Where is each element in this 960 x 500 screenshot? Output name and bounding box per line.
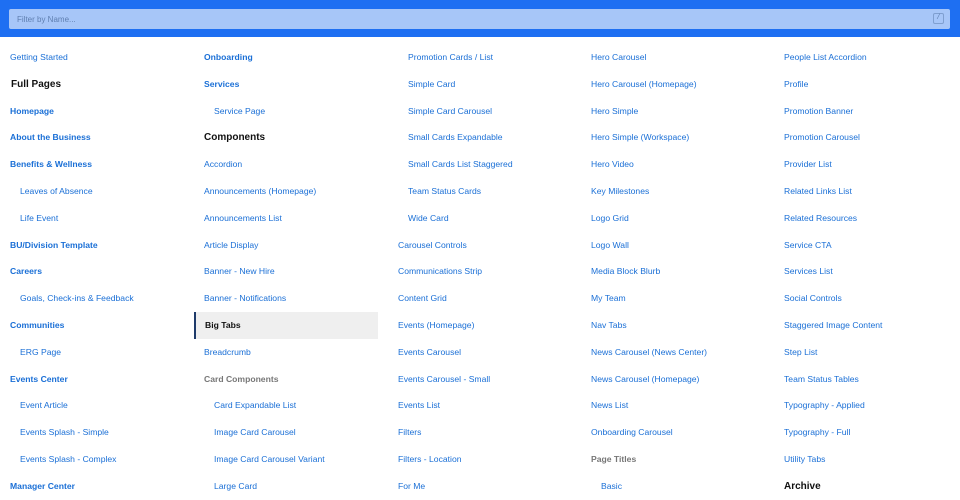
- nav-item[interactable]: My Team: [591, 285, 626, 312]
- nav-item[interactable]: Hero Video: [591, 151, 634, 178]
- nav-subitem[interactable]: Small Cards Expandable: [398, 124, 503, 151]
- nav-subitem[interactable]: Event Article: [10, 392, 68, 419]
- nav-item[interactable]: News Carousel (News Center): [591, 339, 707, 366]
- nav-group-label: Page Titles: [591, 454, 637, 464]
- nav-item[interactable]: Key Milestones: [591, 178, 649, 205]
- nav-item[interactable]: Getting Started: [10, 44, 68, 71]
- nav-item[interactable]: Services List: [784, 258, 833, 285]
- nav-subitem[interactable]: ERG Page: [10, 339, 61, 366]
- nav-subitem[interactable]: Events Splash - Complex: [10, 446, 116, 473]
- nav-item[interactable]: Logo Wall: [591, 232, 629, 259]
- nav-item[interactable]: Accordion: [204, 151, 242, 178]
- nav-item[interactable]: Filters - Location: [398, 446, 462, 473]
- nav-item[interactable]: News List: [591, 392, 628, 419]
- nav-item[interactable]: Utility Tabs: [784, 446, 825, 473]
- nav-item[interactable]: Carousel Controls: [398, 232, 467, 259]
- nav-item[interactable]: Related Links List: [784, 178, 852, 205]
- nav-item[interactable]: Announcements (Homepage): [204, 178, 316, 205]
- nav-item[interactable]: People List Accordion: [784, 44, 867, 71]
- nav-item[interactable]: Typography - Applied: [784, 392, 865, 419]
- nav-item[interactable]: Provider List: [784, 151, 832, 178]
- nav-item[interactable]: Events Carousel - Small: [398, 366, 490, 393]
- nav-item[interactable]: Step List: [784, 339, 817, 366]
- nav-subitem[interactable]: Promotion Cards / List: [398, 44, 493, 71]
- nav-item[interactable]: Events List: [398, 392, 440, 419]
- nav-section-link[interactable]: About the Business: [10, 124, 91, 151]
- nav-item[interactable]: Hero Simple (Workspace): [591, 124, 689, 151]
- nav-subitem[interactable]: Wide Card: [398, 205, 449, 232]
- nav-item[interactable]: Banner - New Hire: [204, 258, 275, 285]
- nav-subitem[interactable]: Card Expandable List: [204, 392, 296, 419]
- nav-subitem[interactable]: Simple Card Carousel: [398, 98, 492, 125]
- nav-subitem[interactable]: Image Card Carousel: [204, 419, 296, 446]
- nav-item[interactable]: Logo Grid: [591, 205, 629, 232]
- nav-section-link[interactable]: Communities: [10, 312, 64, 339]
- nav-item[interactable]: Hero Carousel (Homepage): [591, 71, 697, 98]
- nav-item[interactable]: Events Carousel: [398, 339, 461, 366]
- nav-item[interactable]: Hero Simple: [591, 98, 638, 125]
- nav-item[interactable]: Announcements List: [204, 205, 282, 232]
- nav-item[interactable]: Communications Strip: [398, 258, 482, 285]
- nav-item-selected[interactable]: Big Tabs: [194, 312, 378, 339]
- nav-subitem[interactable]: Simple Card: [398, 71, 455, 98]
- nav-section-link[interactable]: BU/Division Template: [10, 232, 98, 259]
- nav-subitem[interactable]: Image Card Carousel Variant: [204, 446, 325, 473]
- nav-subitem[interactable]: Life Event: [10, 205, 58, 232]
- nav-item[interactable]: Nav Tabs: [591, 312, 627, 339]
- nav-subitem[interactable]: Events Splash - Simple: [10, 419, 109, 446]
- nav-section-link[interactable]: Careers: [10, 258, 42, 285]
- nav-section-link[interactable]: Services: [204, 71, 239, 98]
- nav-section-link[interactable]: Events Center: [10, 366, 68, 393]
- nav-item[interactable]: Content Grid: [398, 285, 447, 312]
- nav-section-link[interactable]: Homepage: [10, 98, 54, 125]
- nav-item[interactable]: Banner - Notifications: [204, 285, 286, 312]
- nav-subitem[interactable]: Goals, Check-ins & Feedback: [10, 285, 134, 312]
- nav-item[interactable]: Breadcrumb: [204, 339, 251, 366]
- nav-item[interactable]: Events (Homepage): [398, 312, 474, 339]
- nav-item[interactable]: Related Resources: [784, 205, 857, 232]
- nav-item[interactable]: Media Block Blurb: [591, 258, 660, 285]
- nav-heading: Full Pages: [11, 78, 62, 90]
- nav-section-link[interactable]: Onboarding: [204, 44, 253, 71]
- nav-item[interactable]: Team Status Tables: [784, 366, 859, 393]
- nav-subitem[interactable]: Small Cards List Staggered: [398, 151, 513, 178]
- top-bar: /: [0, 0, 960, 37]
- filter-input[interactable]: [9, 9, 909, 29]
- nav-heading: Components: [204, 132, 266, 144]
- shortcut-key-hint: /: [933, 13, 944, 24]
- nav-item[interactable]: Hero Carousel: [591, 44, 646, 71]
- nav-item[interactable]: Staggered Image Content: [784, 312, 882, 339]
- nav-subitem[interactable]: Team Status Cards: [398, 178, 481, 205]
- nav-item[interactable]: Filters: [398, 419, 421, 446]
- nav-item[interactable]: Promotion Carousel: [784, 124, 860, 151]
- nav-item[interactable]: Article Display: [204, 232, 258, 259]
- nav-item[interactable]: Onboarding Carousel: [591, 419, 673, 446]
- nav-item[interactable]: Typography - Full: [784, 419, 850, 446]
- nav-item[interactable]: Service CTA: [784, 232, 832, 259]
- nav-section-link[interactable]: Benefits & Wellness: [10, 151, 92, 178]
- nav-item[interactable]: Profile: [784, 71, 808, 98]
- nav-group-label: Card Components: [204, 373, 279, 384]
- filter-box: /: [9, 9, 950, 29]
- nav-item[interactable]: Promotion Banner: [784, 98, 853, 125]
- nav-subitem[interactable]: Service Page: [204, 98, 265, 125]
- nav-subitem[interactable]: Leaves of Absence: [10, 178, 93, 205]
- nav-item[interactable]: Social Controls: [784, 285, 842, 312]
- nav-item[interactable]: News Carousel (Homepage): [591, 366, 699, 393]
